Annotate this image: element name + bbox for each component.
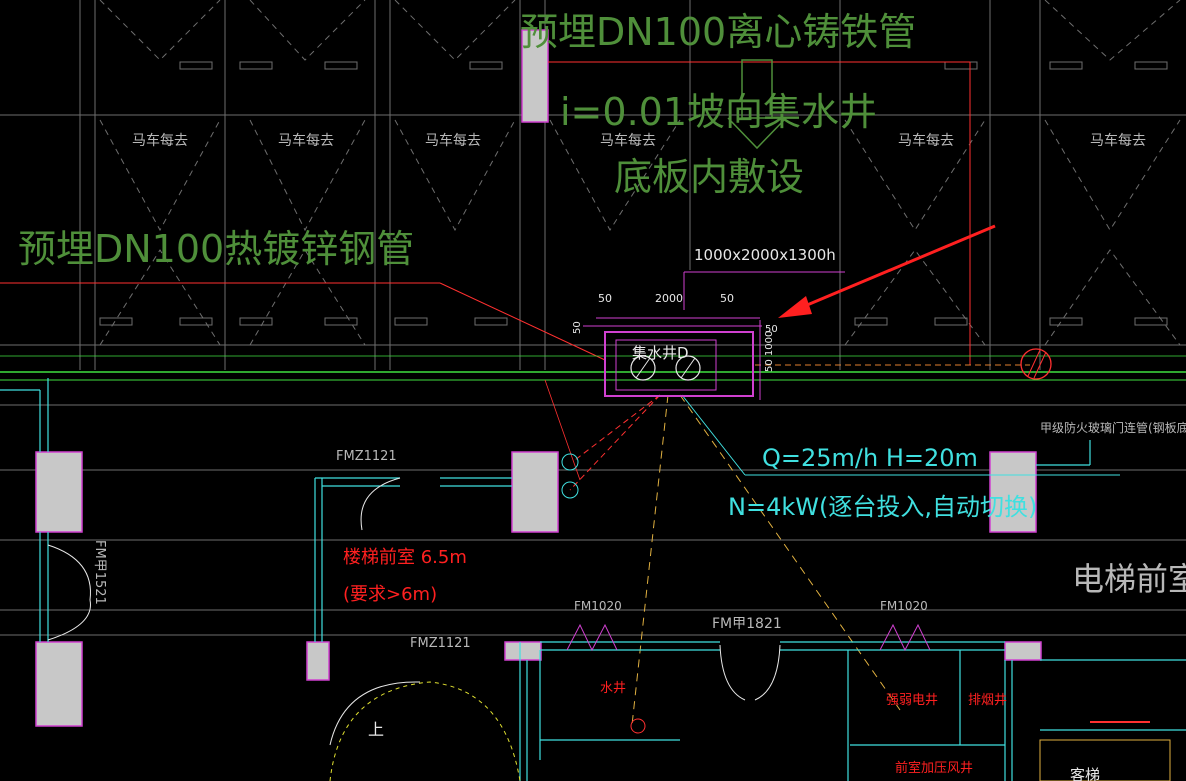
parking-label-3: 马车每去 (425, 132, 481, 149)
embedded-floor-label: 底板内敷设 (614, 155, 804, 199)
dim-50-left-v: 50 (572, 321, 583, 334)
door-fm-vertical: FM甲1521 (92, 540, 107, 605)
fire-door-note: 甲级防火玻璃门连管(钢板底) (1040, 420, 1186, 435)
pit-label: 集水井D (632, 344, 689, 362)
pump-flow-label: Q=25m/h H=20m (762, 444, 978, 472)
pump-power-label: N=4kW(逐台投入,自动切换) (728, 493, 1037, 521)
room-up: 上 (368, 720, 384, 739)
room-front-air: 前室加压风井 (895, 760, 973, 776)
cad-drawing: 预埋DN100离心铸铁管 i=0.01坡向集水井 底板内敷设 预埋DN100热镀… (0, 0, 1186, 781)
pit-size-label: 1000x2000x1300h (694, 246, 836, 264)
parking-label-6: 马车每去 (1090, 132, 1146, 149)
pipe-cast-iron-label: 预埋DN100离心铸铁管 (520, 10, 916, 54)
door-fm1020-right: FM1020 (880, 599, 928, 613)
dim-2000: 2000 (655, 292, 683, 305)
room-stair-right: 客梯 (1070, 766, 1100, 781)
room-elevator-lobby: 电梯前室 (1072, 560, 1186, 598)
door-fm1821: FM甲1821 (712, 616, 782, 632)
parking-label-1: 马车每去 (132, 132, 188, 149)
door-fmz1121-bottom: FMZ1121 (410, 636, 471, 651)
dim-side: 50 1000 (764, 331, 775, 372)
dim-50-right: 50 (720, 292, 734, 305)
parking-label-5: 马车每去 (898, 132, 954, 149)
room-water-shaft: 水井 (600, 681, 626, 696)
room-smoke-shaft: 排烟井 (968, 693, 1007, 708)
room-elec-shaft: 强弱电井 (886, 693, 938, 708)
room-stair-lobby: 楼梯前室 6.5m (343, 547, 467, 568)
parking-label-2: 马车每去 (278, 132, 334, 149)
door-fmz1121-top: FMZ1121 (336, 449, 397, 464)
room-stair-req: (要求>6m) (343, 584, 437, 605)
dim-50-left: 50 (598, 292, 612, 305)
slope-label: i=0.01坡向集水井 (560, 90, 877, 134)
door-fm1020-left: FM1020 (574, 599, 622, 613)
pipe-galv-label: 预埋DN100热镀锌钢管 (18, 227, 414, 271)
parking-label-4: 马车每去 (600, 132, 656, 149)
